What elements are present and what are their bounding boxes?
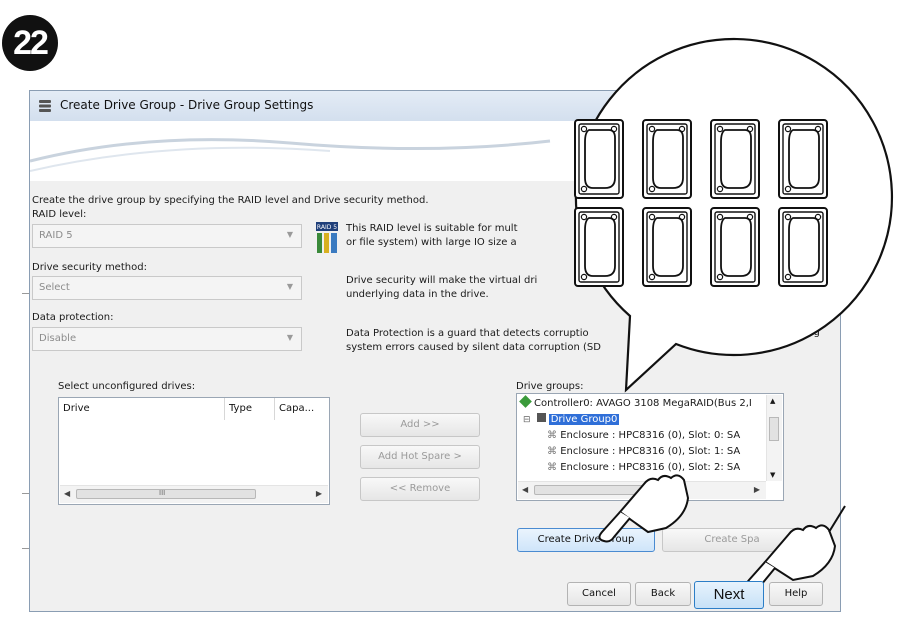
hard-drive-icon — [574, 207, 624, 287]
next-button[interactable]: Next — [694, 581, 764, 609]
hard-drive-icon — [710, 119, 760, 199]
hard-drive-icon — [574, 119, 624, 199]
hard-drive-icon — [778, 119, 828, 199]
pointing-hand-icon — [745, 505, 846, 591]
pointing-hand-icon — [598, 474, 690, 543]
hard-drive-icon — [778, 207, 828, 287]
hard-drive-icon — [642, 207, 692, 287]
hard-drive-icon — [710, 207, 760, 287]
hard-drive-icon — [642, 119, 692, 199]
magnifier-callout — [574, 37, 893, 591]
